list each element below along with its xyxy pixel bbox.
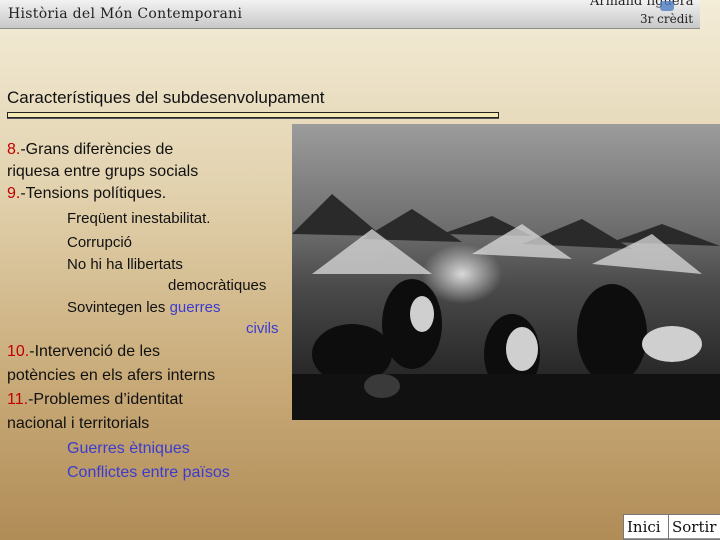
item-9-heading: 9.-Tensions polítiques. [7,185,167,202]
item-9-point-2: Corrupció [67,234,133,251]
course-title: Història del Món Contemporani [8,6,243,22]
item-11-line-2: nacional i territorials [7,415,150,432]
item-9-point-4-cont: civils [246,320,279,337]
item-11-line-1: 11.-Problemes d’identitat [7,391,183,408]
logo-icon [660,1,674,11]
exit-button[interactable]: Sortir [668,514,720,540]
item-9-point-3a: No hi ha llibertats [67,256,183,273]
item-9-point-1: Freqüent inestabilitat. [67,210,211,227]
author-name: Armand figuera [590,0,694,9]
item-11-point-1: Guerres ètniques [67,440,190,457]
item-9-point-4: Sovintegen les guerres [67,299,221,316]
title-underline [7,112,499,118]
item-9-point-3b: democràtiques [168,277,267,294]
home-button[interactable]: Inici [623,514,673,540]
item-11-point-2: Conflictes entre països [67,464,230,481]
refugee-camp-photo [292,124,720,420]
item-8-line-1: 8.-Grans diferències de [7,141,174,158]
item-10-line-2: potències en els afers interns [7,367,216,384]
slide: Història del Món Contemporani Armand fig… [0,0,720,540]
slide-title: Característiques del subdesenvolupament [7,88,325,107]
item-8-line-2: riquesa entre grups socials [7,163,199,180]
credit-label: 3r crèdit [640,12,694,26]
item-10-line-1: 10.-Intervenció de les [7,343,160,360]
